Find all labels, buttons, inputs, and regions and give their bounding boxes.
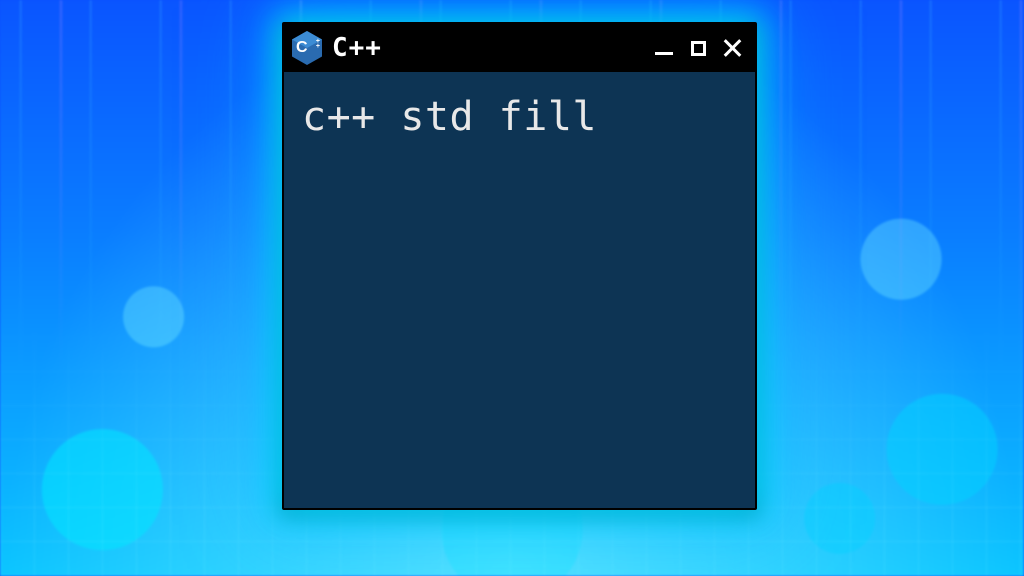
terminal-window: C ++ C++ c++ std fill [282,22,757,510]
terminal-content: c++ std fill [302,94,597,140]
maximize-button[interactable] [685,35,711,61]
window-title: C++ [332,33,382,63]
titlebar[interactable]: C ++ C++ [284,24,755,72]
close-button[interactable] [719,35,745,61]
cpp-hex-icon: C ++ [292,31,322,65]
terminal-body[interactable]: c++ std fill [284,72,755,508]
window-controls [651,35,745,61]
minimize-button[interactable] [651,35,677,61]
